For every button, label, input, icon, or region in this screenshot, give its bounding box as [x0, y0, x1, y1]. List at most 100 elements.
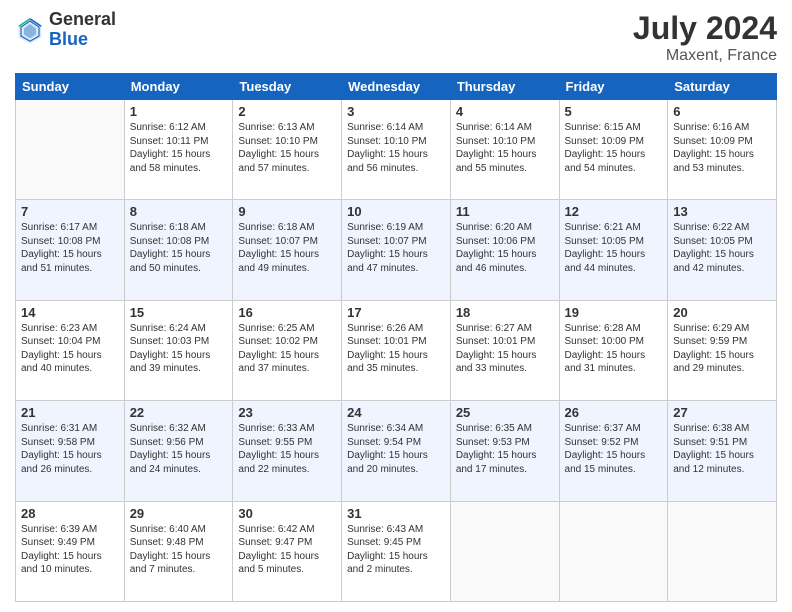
cell-content: Sunrise: 6:34 AMSunset: 9:54 PMDaylight:… [347, 422, 445, 476]
cell-content: Sunrise: 6:19 AMSunset: 10:07 PMDaylight… [347, 221, 445, 275]
cell-content: Sunrise: 6:12 AMSunset: 10:11 PMDaylight… [130, 121, 228, 175]
weekday-header-monday: Monday [124, 74, 233, 100]
weekday-header-friday: Friday [559, 74, 668, 100]
cell-content: Sunrise: 6:35 AMSunset: 9:53 PMDaylight:… [456, 422, 554, 476]
day-number: 22 [130, 405, 228, 420]
month-year: July 2024 [633, 10, 777, 47]
calendar-cell: 2Sunrise: 6:13 AMSunset: 10:10 PMDayligh… [233, 100, 342, 200]
calendar-cell: 5Sunrise: 6:15 AMSunset: 10:09 PMDayligh… [559, 100, 668, 200]
calendar-cell: 17 Sunrise: 6:26 AMSunset: 10:01 PMDaylig… [342, 300, 451, 400]
cell-content: Sunrise: 6:13 AMSunset: 10:10 PMDaylight… [238, 121, 336, 175]
calendar-cell: 22Sunrise: 6:32 AMSunset: 9:56 PMDayligh… [124, 401, 233, 501]
day-number: 9 [238, 204, 336, 219]
calendar-cell: 24 Sunrise: 6:34 AMSunset: 9:54 PMDayligh… [342, 401, 451, 501]
day-number: 30 [238, 506, 336, 521]
day-number: 19 [565, 305, 663, 320]
calendar-cell: 27Sunrise: 6:38 AMSunset: 9:51 PMDayligh… [668, 401, 777, 501]
cell-content: Sunrise: 6:37 AMSunset: 9:52 PMDaylight:… [565, 422, 663, 476]
day-number: 24 [347, 405, 445, 420]
calendar-cell: 4Sunrise: 6:14 AMSunset: 10:10 PMDayligh… [450, 100, 559, 200]
cell-content: Sunrise: 6:39 AMSunset: 9:49 PMDaylight:… [21, 523, 119, 577]
calendar-cell: 19 Sunrise: 6:28 AMSunset: 10:00 PMDaylig… [559, 300, 668, 400]
day-number: 28 [21, 506, 119, 521]
day-number: 31 [347, 506, 445, 521]
calendar: SundayMondayTuesdayWednesdayThursdayFrid… [15, 73, 777, 602]
week-row-2: 7Sunrise: 6:17 AMSunset: 10:08 PMDayligh… [16, 200, 777, 300]
day-number: 17 [347, 305, 445, 320]
day-number: 26 [565, 405, 663, 420]
calendar-cell: 29 Sunrise: 6:40 AMSunset: 9:48 PMDayligh… [124, 501, 233, 601]
calendar-cell: 12Sunrise: 6:21 AMSunset: 10:05 PMDaylig… [559, 200, 668, 300]
cell-content: Sunrise: 6:23 AMSunset: 10:04 PMDaylight… [21, 322, 119, 376]
header: General Blue July 2024 Maxent, France [15, 10, 777, 65]
logo-blue-text: Blue [49, 30, 116, 50]
day-number: 13 [673, 204, 771, 219]
cell-content: Sunrise: 6:28 AMSunset: 10:00 PMDaylight… [565, 322, 663, 376]
day-number: 23 [238, 405, 336, 420]
cell-content: Sunrise: 6:22 AMSunset: 10:05 PMDaylight… [673, 221, 771, 275]
weekday-header-tuesday: Tuesday [233, 74, 342, 100]
week-row-5: 28 Sunrise: 6:39 AMSunset: 9:49 PMDayligh… [16, 501, 777, 601]
calendar-cell: 10 Sunrise: 6:19 AMSunset: 10:07 PMDaylig… [342, 200, 451, 300]
weekday-header-saturday: Saturday [668, 74, 777, 100]
day-number: 8 [130, 204, 228, 219]
calendar-cell: 14Sunrise: 6:23 AMSunset: 10:04 PMDaylig… [16, 300, 125, 400]
calendar-cell: 16Sunrise: 6:25 AMSunset: 10:02 PMDaylig… [233, 300, 342, 400]
weekday-header-sunday: Sunday [16, 74, 125, 100]
calendar-cell [559, 501, 668, 601]
calendar-cell [450, 501, 559, 601]
day-number: 16 [238, 305, 336, 320]
page: General Blue July 2024 Maxent, France Su… [0, 0, 792, 612]
calendar-cell: 21Sunrise: 6:31 AMSunset: 9:58 PMDayligh… [16, 401, 125, 501]
cell-content: Sunrise: 6:18 AMSunset: 10:08 PMDaylight… [130, 221, 228, 275]
calendar-cell: 18Sunrise: 6:27 AMSunset: 10:01 PMDaylig… [450, 300, 559, 400]
cell-content: Sunrise: 6:43 AMSunset: 9:45 PMDaylight:… [347, 523, 445, 577]
week-row-1: 1 Sunrise: 6:12 AMSunset: 10:11 PMDayligh… [16, 100, 777, 200]
weekday-header-wednesday: Wednesday [342, 74, 451, 100]
day-number: 6 [673, 104, 771, 119]
day-number: 4 [456, 104, 554, 119]
calendar-cell: 8 Sunrise: 6:18 AMSunset: 10:08 PMDayligh… [124, 200, 233, 300]
day-number: 3 [347, 104, 445, 119]
cell-content: Sunrise: 6:33 AMSunset: 9:55 PMDaylight:… [238, 422, 336, 476]
title-block: July 2024 Maxent, France [633, 10, 777, 65]
cell-content: Sunrise: 6:42 AMSunset: 9:47 PMDaylight:… [238, 523, 336, 577]
weekday-header-row: SundayMondayTuesdayWednesdayThursdayFrid… [16, 74, 777, 100]
cell-content: Sunrise: 6:40 AMSunset: 9:48 PMDaylight:… [130, 523, 228, 577]
day-number: 29 [130, 506, 228, 521]
calendar-cell: 31 Sunrise: 6:43 AMSunset: 9:45 PMDayligh… [342, 501, 451, 601]
calendar-cell: 6 Sunrise: 6:16 AMSunset: 10:09 PMDayligh… [668, 100, 777, 200]
day-number: 12 [565, 204, 663, 219]
calendar-cell: 25Sunrise: 6:35 AMSunset: 9:53 PMDayligh… [450, 401, 559, 501]
logo-text: General Blue [49, 10, 116, 50]
day-number: 20 [673, 305, 771, 320]
day-number: 18 [456, 305, 554, 320]
calendar-cell: 23 Sunrise: 6:33 AMSunset: 9:55 PMDayligh… [233, 401, 342, 501]
calendar-cell: 3Sunrise: 6:14 AMSunset: 10:10 PMDayligh… [342, 100, 451, 200]
calendar-cell [16, 100, 125, 200]
day-number: 11 [456, 204, 554, 219]
cell-content: Sunrise: 6:38 AMSunset: 9:51 PMDaylight:… [673, 422, 771, 476]
calendar-cell: 7Sunrise: 6:17 AMSunset: 10:08 PMDayligh… [16, 200, 125, 300]
logo-general-text: General [49, 10, 116, 30]
logo-icon [15, 15, 45, 45]
cell-content: Sunrise: 6:16 AMSunset: 10:09 PMDaylight… [673, 121, 771, 175]
cell-content: Sunrise: 6:26 AMSunset: 10:01 PMDaylight… [347, 322, 445, 376]
calendar-cell: 11Sunrise: 6:20 AMSunset: 10:06 PMDaylig… [450, 200, 559, 300]
cell-content: Sunrise: 6:15 AMSunset: 10:09 PMDaylight… [565, 121, 663, 175]
day-number: 1 [130, 104, 228, 119]
logo: General Blue [15, 10, 116, 50]
day-number: 7 [21, 204, 119, 219]
day-number: 10 [347, 204, 445, 219]
cell-content: Sunrise: 6:29 AMSunset: 9:59 PMDaylight:… [673, 322, 771, 376]
week-row-3: 14Sunrise: 6:23 AMSunset: 10:04 PMDaylig… [16, 300, 777, 400]
day-number: 15 [130, 305, 228, 320]
cell-content: Sunrise: 6:24 AMSunset: 10:03 PMDaylight… [130, 322, 228, 376]
calendar-cell: 20 Sunrise: 6:29 AMSunset: 9:59 PMDayligh… [668, 300, 777, 400]
week-row-4: 21Sunrise: 6:31 AMSunset: 9:58 PMDayligh… [16, 401, 777, 501]
cell-content: Sunrise: 6:18 AMSunset: 10:07 PMDaylight… [238, 221, 336, 275]
day-number: 21 [21, 405, 119, 420]
calendar-cell: 30 Sunrise: 6:42 AMSunset: 9:47 PMDayligh… [233, 501, 342, 601]
calendar-cell: 26 Sunrise: 6:37 AMSunset: 9:52 PMDayligh… [559, 401, 668, 501]
calendar-cell: 1 Sunrise: 6:12 AMSunset: 10:11 PMDayligh… [124, 100, 233, 200]
